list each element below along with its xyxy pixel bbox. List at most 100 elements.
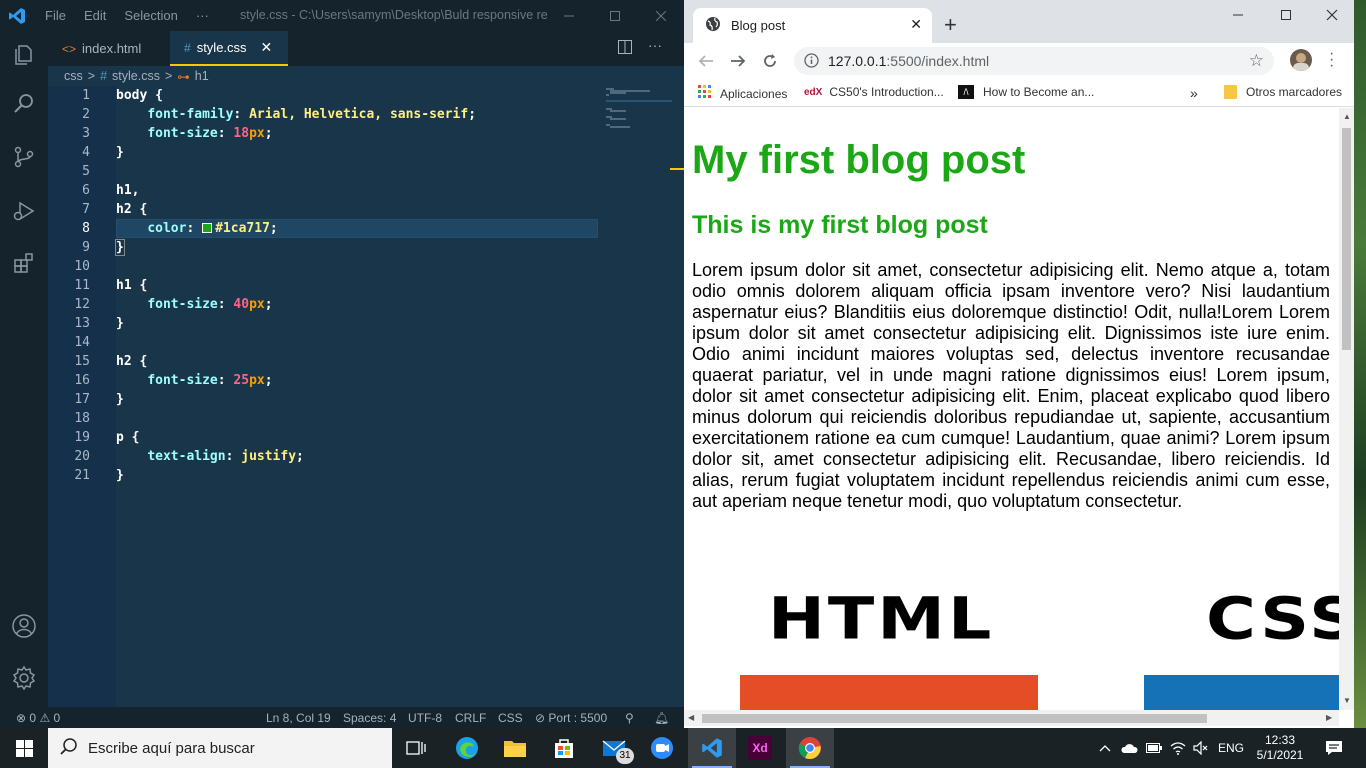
color-swatch[interactable] — [202, 223, 213, 233]
maximize-button[interactable] — [592, 0, 638, 31]
symbol-icon: ⊶ — [177, 69, 190, 84]
split-editor-icon[interactable] — [618, 40, 632, 59]
cursor-position[interactable]: Ln 8, Col 19 — [266, 711, 331, 725]
vertical-scrollbar[interactable]: ▲ ▼ — [1339, 108, 1354, 710]
horizontal-scrollbar[interactable]: ◀ ▶ — [684, 710, 1339, 726]
activity-bar — [0, 31, 48, 707]
menu-more[interactable]: ··· — [187, 8, 218, 23]
scrollbar-thumb[interactable] — [1342, 128, 1351, 350]
line-number: 3 — [82, 126, 90, 141]
line-gutter: 1 2 3 4 5 6 7 8 9 10 11 12 13 14 15 16 1… — [48, 86, 116, 707]
feedback-icon[interactable]: ⚲ — [625, 711, 634, 725]
menu-file[interactable]: File — [36, 8, 75, 23]
line-number: 18 — [74, 411, 90, 426]
notifications-bell-icon[interactable]: 🔔︎ — [654, 711, 669, 725]
warning-icon: ⚠ — [39, 711, 51, 725]
scroll-up-arrow-icon[interactable]: ▲ — [1343, 112, 1351, 121]
scroll-down-arrow-icon[interactable]: ▼ — [1343, 696, 1351, 705]
menu-kebab-icon[interactable]: · · · — [1329, 46, 1334, 74]
browser-tab[interactable]: Blog post ✕ — [693, 8, 932, 43]
notification-center-icon[interactable] — [1318, 728, 1350, 768]
bookmark-star-icon[interactable]: ☆ — [1249, 51, 1264, 71]
close-button[interactable] — [1326, 8, 1338, 26]
line-number: 8 — [82, 221, 90, 236]
scroll-left-arrow-icon[interactable]: ◀ — [688, 713, 694, 722]
source-control-icon[interactable] — [0, 133, 48, 181]
mail-badge: 31 — [616, 748, 634, 764]
chevron-up-icon[interactable] — [1097, 728, 1113, 768]
no-entry-icon: ⊘ — [535, 711, 546, 725]
forward-arrow-icon[interactable] — [730, 53, 746, 74]
line-number: 1 — [82, 88, 90, 103]
code-editor[interactable]: 1 2 3 4 5 6 7 8 9 10 11 12 13 14 15 16 1… — [48, 86, 684, 707]
back-arrow-icon[interactable] — [698, 53, 714, 74]
info-icon[interactable] — [804, 53, 819, 71]
breadcrumb-folder[interactable]: css — [64, 69, 83, 83]
bookmark-cs50[interactable]: edX CS50's Introduction... — [804, 85, 944, 99]
line-ending[interactable]: CRLF — [455, 711, 486, 725]
page-paragraph: Lorem ipsum dolor sit amet, consectetur … — [692, 260, 1330, 511]
problems-indicator[interactable]: ⊗ 0 ⚠ 0 — [16, 711, 60, 725]
tab-style-css[interactable]: # style.css ✕ — [170, 31, 288, 66]
clock[interactable]: 12:33 5/1/2021 — [1252, 728, 1308, 768]
css3-logo: CSS — [1144, 590, 1339, 710]
adobe-xd-icon[interactable]: Xd — [736, 728, 784, 768]
settings-gear-icon[interactable] — [0, 654, 48, 702]
close-button[interactable] — [638, 0, 684, 31]
chrome-taskbar-icon[interactable] — [786, 728, 834, 768]
breadcrumb-symbol[interactable]: h1 — [195, 69, 209, 83]
volume-muted-icon[interactable] — [1190, 728, 1212, 768]
code-line: } — [116, 392, 124, 407]
wifi-icon[interactable] — [1168, 728, 1188, 768]
minimap[interactable] — [604, 86, 674, 136]
cursor-scroll-marker — [670, 168, 684, 170]
zoom-icon[interactable] — [638, 728, 686, 768]
scroll-right-arrow-icon[interactable]: ▶ — [1326, 713, 1332, 722]
run-debug-icon[interactable] — [0, 187, 48, 235]
battery-icon[interactable] — [1144, 728, 1164, 768]
search-icon[interactable] — [0, 79, 48, 127]
address-bar[interactable]: 127.0.0.1:5500/index.html ☆ — [794, 47, 1274, 75]
windows-taskbar: Escribe aquí para buscar 31 Xd ENG 12:33… — [0, 728, 1366, 768]
onedrive-cloud-icon[interactable] — [1119, 728, 1139, 768]
menu-selection[interactable]: Selection — [115, 8, 186, 23]
account-icon[interactable] — [0, 602, 48, 650]
maximize-button[interactable] — [1280, 8, 1292, 26]
scrollbar-thumb[interactable] — [702, 714, 1207, 723]
store-icon[interactable] — [540, 728, 588, 768]
tab-close-icon[interactable]: ✕ — [910, 16, 922, 33]
explorer-icon[interactable] — [0, 31, 48, 79]
bookmark-how-to[interactable]: /\ How to Become an... — [958, 85, 1094, 99]
line-number: 21 — [74, 468, 90, 483]
more-actions-icon[interactable]: ··· — [648, 37, 662, 53]
tab-close-icon[interactable]: ✕ — [261, 39, 273, 56]
edge-icon[interactable] — [443, 728, 491, 768]
start-button[interactable] — [0, 728, 48, 768]
bookmark-apps[interactable]: Aplicaciones — [698, 85, 787, 102]
task-view-icon[interactable] — [392, 728, 440, 768]
minimize-button[interactable] — [546, 0, 592, 31]
line-number: 6 — [82, 183, 90, 198]
bookmarks-overflow-icon[interactable]: » — [1190, 85, 1198, 101]
new-tab-button[interactable]: + — [944, 12, 957, 38]
taskbar-search-box[interactable]: Escribe aquí para buscar — [48, 728, 392, 768]
vscode-window: File Edit Selection ··· style.css - C:\U… — [0, 0, 684, 728]
indentation[interactable]: Spaces: 4 — [343, 711, 396, 725]
language-mode[interactable]: CSS — [498, 711, 523, 725]
reload-icon[interactable] — [762, 53, 778, 74]
mail-icon[interactable]: 31 — [590, 728, 638, 768]
code-line: h2 { — [116, 354, 148, 369]
bookmark-other[interactable]: Otros marcadores — [1224, 85, 1342, 99]
tab-index-html[interactable]: <> index.html — [48, 31, 165, 66]
breadcrumb-file[interactable]: style.css — [112, 69, 160, 83]
file-explorer-icon[interactable] — [491, 728, 539, 768]
encoding[interactable]: UTF-8 — [408, 711, 442, 725]
profile-avatar[interactable] — [1290, 49, 1312, 71]
tab-label: style.css — [196, 40, 247, 55]
extensions-icon[interactable] — [0, 239, 48, 287]
input-language[interactable]: ENG — [1214, 728, 1248, 768]
minimize-button[interactable] — [1232, 8, 1244, 26]
vscode-taskbar-icon[interactable] — [688, 728, 736, 768]
menu-edit[interactable]: Edit — [75, 8, 115, 23]
live-server-port[interactable]: ⊘ Port : 5500 — [535, 711, 607, 725]
